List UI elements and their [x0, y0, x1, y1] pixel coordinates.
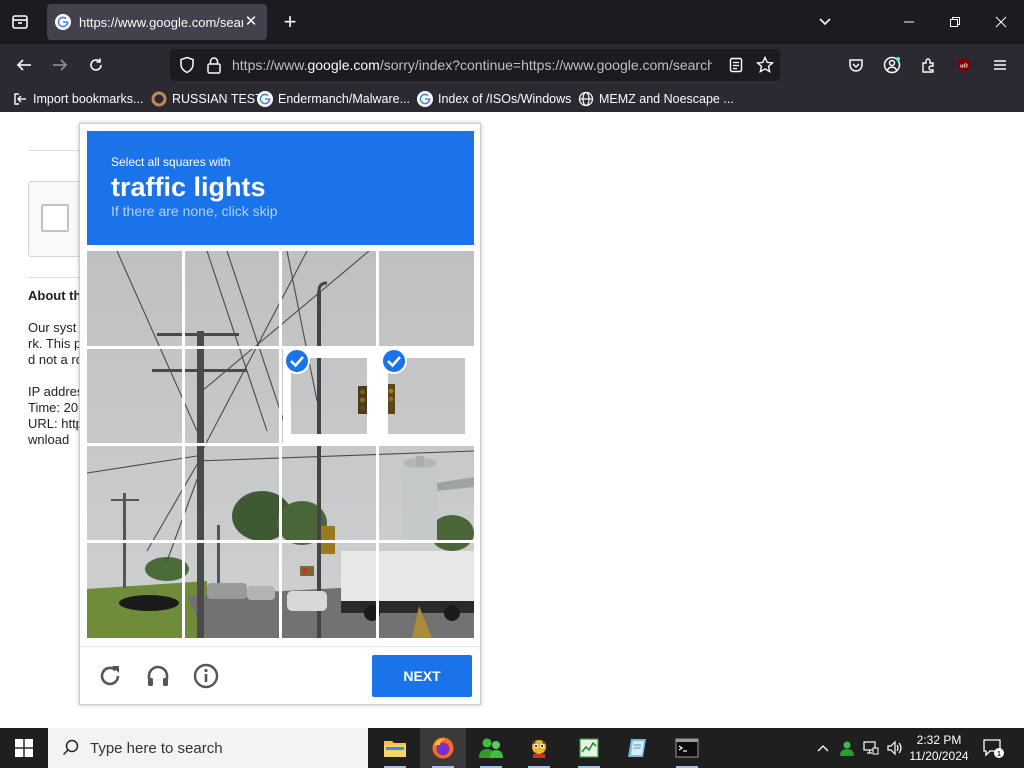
notifications-icon[interactable]: 1 [980, 728, 1006, 768]
recaptcha-checkbox[interactable] [41, 204, 69, 232]
svg-text:1: 1 [997, 751, 1001, 758]
firefox-icon[interactable] [420, 728, 466, 768]
new-tab-icon[interactable]: + [278, 10, 302, 34]
captcha-hint: If there are none, click skip [111, 203, 278, 219]
captcha-challenge: Select all squares with traffic lights I… [79, 123, 481, 705]
extensions-icon[interactable] [914, 51, 942, 79]
windows-start-icon[interactable] [0, 728, 48, 768]
body-text-line: Our syst [28, 320, 77, 335]
file-explorer-icon[interactable] [372, 728, 418, 768]
close-window-icon[interactable] [986, 8, 1016, 36]
browser-tab[interactable]: https://www.google.com/search ✕ [47, 4, 267, 40]
contacts-app-icon[interactable] [468, 728, 514, 768]
reload-icon[interactable] [82, 51, 110, 79]
system-clock[interactable]: 2:32 PM 11/20/2024 [904, 732, 974, 764]
bookmark-endermanch[interactable]: Endermanch/Malware... [257, 90, 410, 108]
address-bar[interactable]: https://www.google.com/sorry/index?conti… [170, 49, 780, 81]
body-text-line: d not a ro [28, 352, 83, 367]
google-favicon-icon [417, 91, 433, 107]
info-download: wnload [28, 432, 70, 447]
bookmark-import[interactable]: Import bookmarks... [12, 90, 143, 108]
menu-icon[interactable] [986, 51, 1014, 79]
tab-title: https://www.google.com/search [79, 14, 243, 30]
page-heading: About th [28, 288, 82, 303]
captcha-header: Select all squares with traffic lights I… [87, 131, 474, 245]
captcha-footer: NEXT [80, 646, 480, 704]
body-text-line: rk. This p [28, 336, 82, 351]
minimize-icon[interactable] [894, 8, 924, 36]
clock-time: 2:32 PM [916, 733, 962, 747]
site-favicon-icon [151, 91, 167, 107]
captcha-target: traffic lights [111, 172, 266, 202]
search-placeholder: Type here to search [90, 739, 223, 757]
import-icon [14, 93, 26, 105]
taskbar: Type here to search 2:32 PM 11/20/2024 1 [0, 728, 1024, 768]
taskbar-search-box[interactable]: Type here to search [48, 728, 368, 768]
next-button[interactable]: NEXT [372, 655, 472, 697]
audio-challenge-icon[interactable] [141, 659, 175, 693]
info-ip: IP addres [28, 384, 84, 399]
close-tab-icon[interactable]: ✕ [243, 14, 259, 30]
mascot-app-icon[interactable] [516, 728, 562, 768]
documents-app-icon[interactable] [614, 728, 660, 768]
info-time: Time: 20 [28, 400, 79, 415]
url-text[interactable]: https://www.google.com/sorry/index?conti… [232, 57, 712, 73]
clock-date: 11/20/2024 [909, 749, 969, 763]
account-icon[interactable] [878, 51, 906, 79]
lock-icon[interactable] [206, 56, 222, 74]
contacts-tray-icon[interactable] [836, 728, 858, 768]
restore-icon[interactable] [940, 8, 970, 36]
show-hidden-icons-chevron-icon[interactable] [812, 728, 834, 768]
task-manager-icon[interactable] [566, 728, 612, 768]
svg-text:uO: uO [960, 64, 968, 70]
list-all-tabs-icon[interactable] [812, 10, 838, 34]
command-prompt-icon[interactable] [664, 728, 710, 768]
info-icon[interactable] [189, 659, 223, 693]
bookmark-memz[interactable]: MEMZ and Noescape ... [578, 90, 734, 108]
bookmarks-toolbar: Import bookmarks... RUSSIAN TEST Enderma… [0, 86, 1024, 112]
bookmark-index-isos[interactable]: Index of /ISOs/Windows [417, 90, 571, 108]
tab-bar: https://www.google.com/search ✕ + [0, 0, 1024, 44]
google-favicon-icon [55, 14, 71, 30]
reader-view-icon[interactable] [728, 57, 744, 73]
info-url: URL: http [28, 416, 83, 431]
google-favicon-icon [257, 91, 273, 107]
search-icon [62, 739, 79, 756]
tab-list-icon[interactable] [6, 8, 34, 36]
reload-challenge-icon[interactable] [93, 659, 127, 693]
pocket-icon[interactable] [842, 51, 870, 79]
globe-icon [578, 91, 594, 107]
back-arrow-icon[interactable] [10, 51, 38, 79]
bookmark-star-icon[interactable] [756, 56, 774, 74]
network-icon[interactable] [860, 728, 882, 768]
bookmark-russian-test[interactable]: RUSSIAN TEST [151, 90, 263, 108]
ublock-origin-icon[interactable]: uO [950, 51, 978, 79]
tracking-protection-shield-icon[interactable] [178, 56, 196, 74]
captcha-image-grid [87, 251, 474, 638]
volume-icon[interactable] [884, 728, 906, 768]
captcha-instruction: Select all squares with [111, 155, 231, 169]
forward-arrow-icon[interactable] [46, 51, 74, 79]
